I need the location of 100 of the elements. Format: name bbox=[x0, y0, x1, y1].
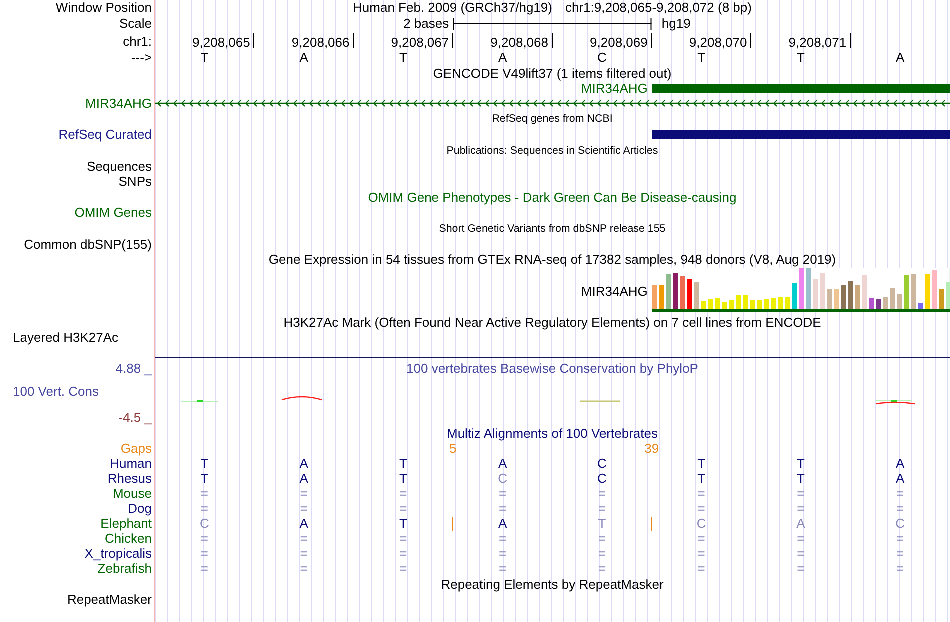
gene-label[interactable]: MIR34AHG bbox=[86, 96, 152, 111]
track-label[interactable]: SNPs bbox=[118, 174, 152, 189]
aligned-base: = bbox=[400, 531, 408, 546]
track-label[interactable]: OMIM Genes bbox=[74, 205, 152, 220]
track-label[interactable]: RefSeq Curated bbox=[58, 127, 152, 142]
ruler-tick bbox=[253, 33, 254, 48]
aligned-base: = bbox=[797, 561, 805, 576]
aligned-base: = bbox=[698, 486, 706, 501]
species-label[interactable]: Chicken bbox=[105, 531, 152, 546]
sequence-base: T bbox=[399, 50, 408, 65]
row-label: Scale bbox=[119, 16, 152, 31]
ruler-tick bbox=[850, 33, 851, 48]
species-label[interactable]: Dog bbox=[128, 501, 152, 516]
aligned-base: = bbox=[797, 531, 805, 546]
expression-bar[interactable] bbox=[687, 280, 692, 310]
position-label: 9,208,068 bbox=[490, 35, 550, 50]
species-label[interactable]: Rhesus bbox=[108, 471, 152, 486]
conservation-mark bbox=[282, 396, 322, 401]
gene-label[interactable]: MIR34AHG bbox=[581, 81, 652, 96]
axis-max-label: 4.88 _ bbox=[116, 361, 152, 376]
gene-feature-bar[interactable] bbox=[652, 84, 950, 93]
expression-bar[interactable] bbox=[848, 282, 854, 310]
aligned-base: A bbox=[796, 516, 806, 531]
scale-length: 2 bases bbox=[404, 16, 450, 31]
aligned-base: A bbox=[300, 471, 308, 486]
expression-bar[interactable] bbox=[841, 286, 846, 310]
track-label[interactable]: Layered H3K27Ac bbox=[13, 330, 119, 345]
track-label[interactable]: Common dbSNP(155) bbox=[24, 237, 152, 252]
sequence-base: T bbox=[796, 50, 805, 65]
aligned-base: = bbox=[200, 531, 208, 546]
gap-count: 5 bbox=[450, 441, 457, 456]
assembly-label: hg19 bbox=[660, 16, 691, 31]
aligned-base: = bbox=[400, 486, 408, 501]
aligned-base: = bbox=[400, 561, 408, 576]
expression-bar[interactable] bbox=[673, 274, 678, 310]
expression-bar[interactable] bbox=[918, 304, 924, 310]
track-title: Short Genetic Variants from dbSNP release 155 bbox=[439, 222, 666, 234]
position-label: 9,208,066 bbox=[292, 35, 351, 50]
aligned-base: T bbox=[399, 516, 408, 531]
aligned-base: = bbox=[300, 486, 308, 501]
aligned-base: = bbox=[698, 531, 706, 546]
aligned-base: T bbox=[796, 456, 805, 471]
track-label[interactable]: 100 Vert. Cons bbox=[13, 384, 99, 400]
sequence-base: A bbox=[300, 50, 308, 65]
gene-feature-bar[interactable] bbox=[652, 130, 950, 139]
expression-bar[interactable] bbox=[680, 276, 686, 310]
aligned-base: = bbox=[499, 486, 507, 501]
aligned-base: C bbox=[896, 516, 905, 531]
aligned-base: = bbox=[300, 531, 308, 546]
aligned-base: C bbox=[597, 471, 607, 486]
sequence-base: C bbox=[597, 50, 607, 65]
aligned-base: T bbox=[598, 516, 606, 531]
expression-bar[interactable] bbox=[939, 290, 944, 310]
species-label[interactable]: Elephant bbox=[100, 516, 152, 531]
aligned-base: A bbox=[300, 516, 308, 531]
aligned-base: T bbox=[698, 456, 706, 471]
species-label[interactable]: Zebrafish bbox=[98, 561, 152, 576]
track-title: Publications: Sequences in Scientific Articles bbox=[446, 144, 658, 156]
track-title: RefSeq genes from NCBI bbox=[492, 113, 613, 125]
aligned-base: = bbox=[200, 501, 208, 516]
aligned-base: = bbox=[896, 501, 904, 516]
aligned-base: = bbox=[200, 561, 208, 576]
position-label: 9,208,070 bbox=[689, 35, 748, 50]
strand-label: ---> bbox=[131, 50, 152, 65]
expression-bar[interactable] bbox=[869, 298, 874, 310]
chromosome-label: chr1: bbox=[123, 34, 152, 49]
expression-bar[interactable] bbox=[799, 268, 804, 310]
ruler-tick bbox=[452, 33, 454, 48]
aligned-base: = bbox=[797, 546, 805, 561]
aligned-base: = bbox=[797, 501, 805, 516]
track-label[interactable]: RepeatMasker bbox=[67, 592, 152, 607]
sequence-base: T bbox=[200, 50, 209, 65]
strand-arrow-line[interactable] bbox=[155, 100, 950, 107]
conservation-mark bbox=[580, 400, 620, 402]
aligned-base: = bbox=[499, 501, 507, 516]
axis-min-label: -4.5 _ bbox=[118, 410, 152, 424]
position-label: 9,208,071 bbox=[788, 35, 848, 50]
species-label[interactable]: Mouse bbox=[112, 486, 152, 501]
aligned-base: C bbox=[200, 516, 210, 531]
species-label[interactable]: X_tropicalis bbox=[84, 546, 152, 561]
aligned-base: = bbox=[300, 561, 308, 576]
aligned-base: = bbox=[896, 546, 904, 561]
aligned-base: A bbox=[300, 456, 308, 471]
ruler-tick bbox=[352, 33, 354, 48]
sequence-base: T bbox=[698, 50, 706, 65]
aligned-base: = bbox=[499, 546, 507, 561]
aligned-base: = bbox=[698, 501, 706, 516]
track-title: Repeating Elements by RepeatMasker bbox=[441, 576, 664, 592]
aligned-base: A bbox=[498, 516, 508, 531]
gene-label[interactable]: MIR34AHG bbox=[581, 284, 652, 298]
species-label[interactable]: Human bbox=[110, 456, 152, 471]
aligned-base: = bbox=[598, 546, 606, 561]
aligned-base: T bbox=[200, 471, 209, 486]
sequence-base: A bbox=[498, 50, 508, 65]
track-label[interactable]: Sequences bbox=[86, 159, 152, 174]
aligned-base: = bbox=[400, 501, 408, 516]
conservation-mark bbox=[180, 400, 218, 402]
expression-bar[interactable] bbox=[876, 300, 882, 310]
aligned-base: = bbox=[400, 546, 408, 561]
aligned-base: = bbox=[598, 561, 606, 576]
